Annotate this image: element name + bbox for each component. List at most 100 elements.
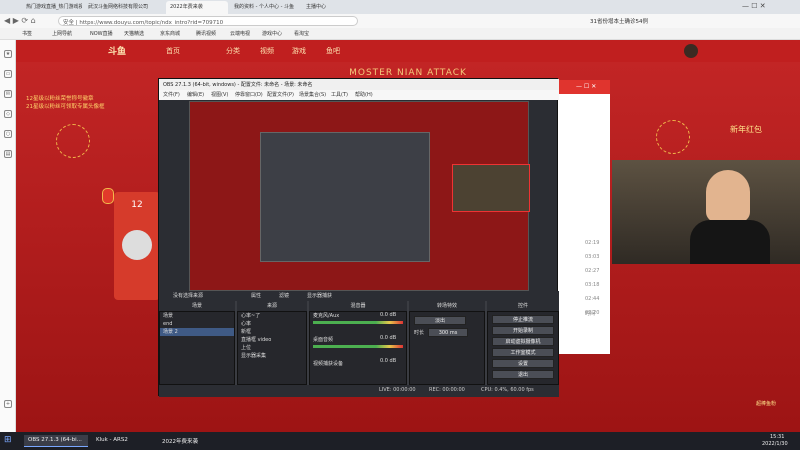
firework-icon xyxy=(656,120,690,154)
mixer-channel-level: 0.0 dB xyxy=(380,312,397,318)
tab-2[interactable]: 2022年费来袭 xyxy=(166,1,228,14)
time-2: 02:27 xyxy=(585,268,600,274)
menu-edit[interactable]: 编辑(E) xyxy=(187,91,204,98)
transition-select[interactable]: 淡出 xyxy=(414,316,466,325)
taskbar-kluk[interactable]: Kluk - ARS2 xyxy=(92,435,152,447)
bookmark-0[interactable]: 书签 xyxy=(22,30,32,37)
time-4: 02:44 xyxy=(585,296,600,302)
sources-list: 心率~了 心率 新框 直播框 video 上位 显示器采集 xyxy=(237,311,307,385)
nav-home[interactable]: 首页 xyxy=(166,46,180,56)
duration-label: 时长 xyxy=(414,330,425,336)
volume-meter xyxy=(313,321,403,324)
bookmark-7[interactable]: 游戏中心 xyxy=(262,30,282,37)
fan-card: 12 xyxy=(114,192,160,300)
nav-yuba[interactable]: 鱼吧 xyxy=(326,46,340,56)
source-toolbar: 没有选择来源 属性 滤镜 显示器捕获 xyxy=(159,291,559,301)
mail-icon[interactable]: ✉ xyxy=(4,90,12,98)
avatar[interactable] xyxy=(122,230,152,260)
nav-buttons[interactable]: ◀ ▶ ⟳ ⌂ xyxy=(4,16,36,25)
nested-preview xyxy=(260,132,430,262)
source-item[interactable]: 显示器采集 xyxy=(238,352,306,360)
menu-help[interactable]: 帮助(H) xyxy=(355,91,373,98)
sources-header: 来源 xyxy=(237,301,307,311)
webcam-source-preview[interactable] xyxy=(452,164,530,212)
tab-0[interactable]: 热门游戏直播_热门游戏视频_热门... xyxy=(22,1,82,14)
bookmark-5[interactable]: 腾讯视频 xyxy=(196,30,216,37)
settings-button[interactable]: 设置 xyxy=(492,359,554,368)
corner-badge[interactable]: 超棒鱼粉 xyxy=(756,400,776,407)
streamer-face xyxy=(706,170,750,222)
webcam-overlay xyxy=(612,160,800,264)
tab-3[interactable]: 我的资料 - 个人中心 - 斗鱼 xyxy=(230,1,300,14)
menu-tools[interactable]: 工具(T) xyxy=(331,91,348,98)
live-status: LIVE: 00:00:00 xyxy=(379,387,416,393)
properties-button[interactable]: 属性 xyxy=(251,292,261,299)
add-icon[interactable]: + xyxy=(4,400,12,408)
menu-file[interactable]: 文件(F) xyxy=(163,91,180,98)
start-recording-button[interactable]: 开始录制 xyxy=(492,326,554,335)
menu-dock[interactable]: 停靠窗口(D) xyxy=(235,91,263,98)
cart-icon[interactable]: ▭ xyxy=(4,70,12,78)
stop-stream-button[interactable]: 停止推流 xyxy=(492,315,554,324)
window-controls[interactable]: — ☐ ✕ xyxy=(576,83,596,90)
taskbar-browser[interactable]: 2022年费来袭 xyxy=(158,435,222,447)
source-item[interactable]: 心率~了 xyxy=(238,312,306,320)
cpu-status: CPU: 0.4%, 60.00 fps xyxy=(481,387,534,393)
filters-button[interactable]: 滤镜 xyxy=(279,292,289,299)
obs-window: OBS 27.1.3 (64-bit, windows) - 配置文件: 未命名… xyxy=(158,78,559,397)
windows-start-icon[interactable]: ⊞ xyxy=(4,435,14,445)
star-icon[interactable]: ★ xyxy=(4,50,12,58)
volume-meter xyxy=(313,345,403,348)
duration-input[interactable]: 300 ms xyxy=(428,328,468,337)
streamer-body xyxy=(690,220,770,264)
bookmark-1[interactable]: 上网导航 xyxy=(52,30,72,37)
nav-video[interactable]: 视频 xyxy=(260,46,274,56)
transitions-panel: 淡出 时长 300 ms xyxy=(409,311,485,385)
bookmark-3[interactable]: 天猫精选 xyxy=(124,30,144,37)
menu-profile[interactable]: 配置文件(P) xyxy=(267,91,294,98)
controls-header: 控件 xyxy=(487,301,559,311)
bookmark-6[interactable]: 云端电视 xyxy=(230,30,250,37)
app-icon[interactable]: ▤ xyxy=(4,150,12,158)
nav-category[interactable]: 分类 xyxy=(226,46,240,56)
browser-sidebar: ★ ▭ ✉ ◇ ○ ▤ + xyxy=(0,40,16,432)
tab-1[interactable]: 武汉斗鱼网络科技有限公司 xyxy=(84,1,164,14)
new-year-badge[interactable]: 新年红包 xyxy=(716,114,776,154)
firework-icon xyxy=(56,124,90,158)
time-0: 02:19 xyxy=(585,240,600,246)
taskbar-obs[interactable]: OBS 27.1.3 (64-bi... xyxy=(24,435,88,447)
avatar[interactable] xyxy=(684,44,698,58)
mixer-header: 混音器 xyxy=(309,301,407,311)
mixer-channel-level: 0.0 dB xyxy=(380,358,397,364)
source-item[interactable]: 直播框 video xyxy=(238,336,306,344)
virtual-camera-button[interactable]: 启动虚拟摄像机 xyxy=(492,337,554,346)
lantern-icon xyxy=(102,188,114,204)
exit-button[interactable]: 退出 xyxy=(492,370,554,379)
obs-preview[interactable] xyxy=(189,101,530,291)
address-input[interactable]: 安全 | https://www.douyu.com/topic/ndx_int… xyxy=(58,16,358,26)
display-capture-button[interactable]: 显示器捕获 xyxy=(307,292,332,299)
source-item[interactable]: 上位 xyxy=(238,344,306,352)
game-icon[interactable]: ◇ xyxy=(4,110,12,118)
bookmark-8[interactable]: 看淘宝 xyxy=(294,30,309,37)
nav-game[interactable]: 游戏 xyxy=(292,46,306,56)
search-icon[interactable]: ○ xyxy=(4,130,12,138)
source-item[interactable]: 心率 xyxy=(238,320,306,328)
clock-time[interactable]: 15:31 xyxy=(770,434,784,440)
menu-scene-collection[interactable]: 场景集合(S) xyxy=(299,91,326,98)
source-item[interactable]: 新框 xyxy=(238,328,306,336)
bookmark-2[interactable]: NOW直播 xyxy=(90,30,113,37)
scene-item[interactable]: end xyxy=(160,320,234,328)
mixer-channel-level: 0.0 dB xyxy=(380,335,397,341)
window-controls[interactable]: — ☐ ✕ xyxy=(742,2,766,10)
scene-item[interactable]: 场景 2 xyxy=(160,328,234,336)
clock-date[interactable]: 2022/1/30 xyxy=(762,441,788,447)
browser-tab-bar: 热门游戏直播_热门游戏视频_热门... 武汉斗鱼网络科技有限公司 2022年费来… xyxy=(0,0,800,14)
news-ticker[interactable]: 31省份增本土确诊54例 xyxy=(590,17,648,25)
studio-mode-button[interactable]: 工作室模式 xyxy=(492,348,554,357)
bookmark-4[interactable]: 京东商城 xyxy=(160,30,180,37)
menu-view[interactable]: 视图(V) xyxy=(211,91,228,98)
tab-4[interactable]: 主播中心 xyxy=(302,1,352,14)
site-logo[interactable]: 斗鱼 xyxy=(108,44,126,57)
scene-item[interactable]: 场景 xyxy=(160,312,234,320)
